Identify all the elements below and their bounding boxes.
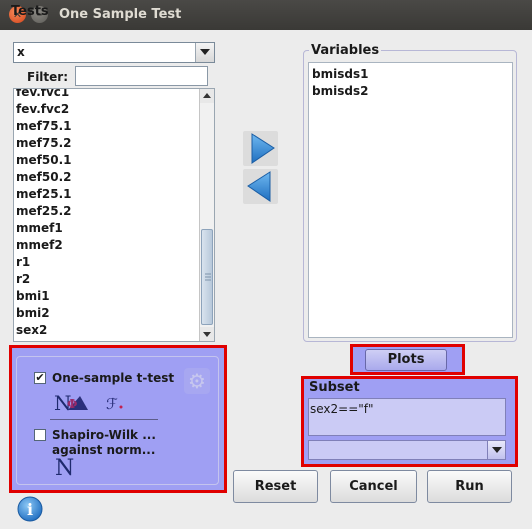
filter-input[interactable] bbox=[75, 66, 208, 86]
list-item[interactable]: bmisds1 bbox=[309, 66, 512, 83]
chevron-down-icon[interactable] bbox=[195, 43, 214, 62]
arrow-left-icon bbox=[243, 169, 278, 204]
tests-separator bbox=[50, 419, 158, 420]
list-item[interactable]: mmef1 bbox=[16, 220, 198, 237]
list-item[interactable]: r1 bbox=[16, 254, 198, 271]
shapiro-label-line1[interactable]: Shapiro-Wilk ... bbox=[52, 428, 156, 442]
filter-label: Filter: bbox=[27, 70, 69, 84]
variables-panel: Variables bmisds1 bmisds2 bbox=[303, 43, 517, 342]
run-button[interactable]: Run bbox=[427, 470, 512, 503]
subset-legend: Subset bbox=[309, 380, 360, 395]
subset-expression-input[interactable]: sex2=="f" bbox=[308, 398, 506, 436]
dataset-combo-value: x bbox=[17, 45, 25, 59]
cancel-button[interactable]: Cancel bbox=[330, 470, 417, 503]
reset-button[interactable]: Reset bbox=[233, 470, 318, 503]
remove-variable-button[interactable] bbox=[243, 169, 278, 204]
subset-combo[interactable] bbox=[308, 440, 506, 460]
gear-icon[interactable]: ⚙ bbox=[184, 368, 210, 394]
svg-text:ℱ: ℱ bbox=[106, 395, 118, 413]
selected-variables-list[interactable]: bmisds1 bmisds2 bbox=[308, 62, 513, 338]
t-test-options-icon: N Φ bbox=[54, 391, 88, 414]
subset-expression-text: sex2=="f" bbox=[310, 402, 374, 416]
t-density-icon: ℱ bbox=[106, 395, 123, 413]
dataset-combo[interactable]: x bbox=[13, 42, 215, 63]
chevron-down-icon[interactable] bbox=[487, 441, 505, 459]
list-item[interactable]: bmisds2 bbox=[309, 83, 512, 100]
list-item[interactable]: mmef2 bbox=[16, 237, 198, 254]
shapiro-label-line2[interactable]: against norm... bbox=[52, 443, 155, 457]
t-test-label[interactable]: One-sample t-test bbox=[52, 371, 174, 385]
normal-dist-icon: N bbox=[55, 456, 75, 481]
list-item[interactable]: r2 bbox=[16, 271, 198, 288]
svg-text:i: i bbox=[27, 500, 33, 519]
plots-button[interactable]: Plots bbox=[365, 349, 447, 371]
list-item[interactable]: mef75.2 bbox=[16, 135, 198, 152]
list-item[interactable]: mef25.1 bbox=[16, 186, 198, 203]
variable-list-items: fev.fvc1 fev.fvc2 mef75.1 mef75.2 mef50.1 mef… bbox=[16, 89, 198, 339]
t-test-checkbox[interactable]: ✔ bbox=[34, 372, 46, 384]
grip-icon bbox=[205, 273, 211, 281]
svg-text:Φ: Φ bbox=[67, 397, 77, 411]
variable-list[interactable]: fev.fvc1 fev.fvc2 mef75.1 mef75.2 mef50.1 mef… bbox=[13, 88, 215, 342]
list-item[interactable]: mef50.1 bbox=[16, 152, 198, 169]
list-item[interactable]: fev.fvc1 bbox=[16, 89, 198, 101]
info-icon-graphic: i bbox=[17, 496, 43, 522]
scrollbar-thumb[interactable] bbox=[201, 229, 213, 325]
scroll-down-icon[interactable] bbox=[200, 327, 214, 341]
variables-legend: Variables bbox=[309, 43, 382, 58]
info-icon[interactable]: i bbox=[15, 494, 45, 524]
scroll-up-icon[interactable] bbox=[200, 89, 214, 103]
list-item[interactable]: mef50.2 bbox=[16, 169, 198, 186]
window-title: One Sample Test bbox=[59, 7, 182, 22]
list-item[interactable]: mef75.1 bbox=[16, 118, 198, 135]
title-bar: ✕ – One Sample Test bbox=[0, 0, 532, 30]
list-item[interactable]: sex2 bbox=[16, 322, 198, 339]
list-item[interactable]: mef25.2 bbox=[16, 203, 198, 220]
add-variable-button[interactable] bbox=[243, 131, 278, 166]
shapiro-checkbox[interactable] bbox=[34, 429, 46, 441]
tests-legend: Tests bbox=[11, 4, 49, 19]
selected-variables-items: bmisds1 bmisds2 bbox=[309, 63, 512, 100]
variable-list-scrollbar[interactable] bbox=[199, 89, 214, 341]
list-item[interactable]: bmi2 bbox=[16, 305, 198, 322]
list-item[interactable]: bmi1 bbox=[16, 288, 198, 305]
list-item[interactable]: fev.fvc2 bbox=[16, 101, 198, 118]
arrow-right-icon bbox=[243, 131, 278, 166]
